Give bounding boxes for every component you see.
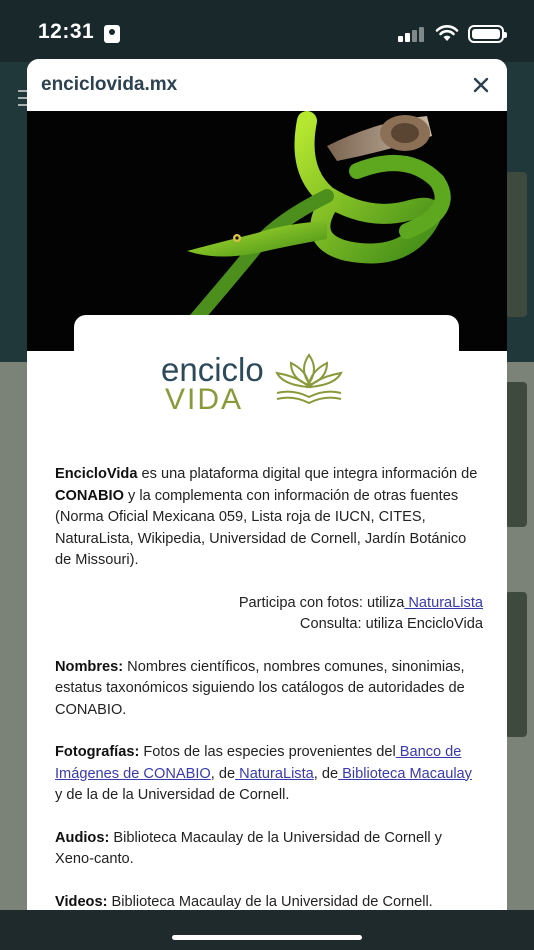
naturalista-link[interactable]: NaturaLista (404, 595, 483, 611)
naturalista-link[interactable]: NaturaLista (235, 766, 314, 782)
consulta-text: Consulta: utiliza EncicloVida (299, 616, 483, 632)
clock: 12:31 (38, 20, 95, 43)
background-card (505, 592, 527, 737)
logo-text-bottom: VIDA (165, 383, 243, 411)
background-card (505, 382, 527, 527)
modal-title: enciclovida.mx (41, 74, 178, 95)
background-card (505, 172, 527, 317)
home-indicator[interactable] (172, 935, 362, 940)
biblioteca-macaulay-link[interactable]: Biblioteca Macaulay (338, 766, 472, 782)
battery-icon (468, 25, 507, 43)
audios-paragraph: Audios: Biblioteca Macaulay de la Univer… (55, 829, 442, 868)
org-name: CONABIO (55, 487, 124, 504)
participa-consulta: Participa con fotos: utiliza NaturaLista… (55, 593, 483, 636)
contact-card-icon (104, 25, 120, 43)
nombres-paragraph: Nombres: Nombres científicos, nombres co… (55, 658, 465, 718)
intro-paragraph: EncicloVida es una plataforma digital qu… (55, 466, 478, 568)
home-bar (0, 910, 534, 950)
modal-body: enciclo VIDA EncicloVida es una platafor… (27, 351, 507, 910)
cellular-signal-icon (398, 26, 426, 42)
lotus-book-icon (275, 353, 343, 405)
fotografias-paragraph: Fotografías: Fotos de las especies prove… (55, 744, 472, 803)
modal-header: enciclovida.mx (27, 59, 507, 111)
close-icon[interactable] (469, 73, 493, 97)
info-modal: enciclovida.mx enciclo VIDA EncicloVida … (27, 59, 507, 910)
videos-paragraph: Videos: Biblioteca Macaulay de la Univer… (55, 893, 433, 910)
status-bar: 12:31 (0, 0, 534, 62)
wifi-icon (435, 25, 459, 41)
description-text: EncicloVida es una plataforma digital qu… (55, 464, 483, 910)
enciclovida-logo: enciclo VIDA (161, 351, 343, 411)
brand-name: EncicloVida (55, 466, 138, 482)
